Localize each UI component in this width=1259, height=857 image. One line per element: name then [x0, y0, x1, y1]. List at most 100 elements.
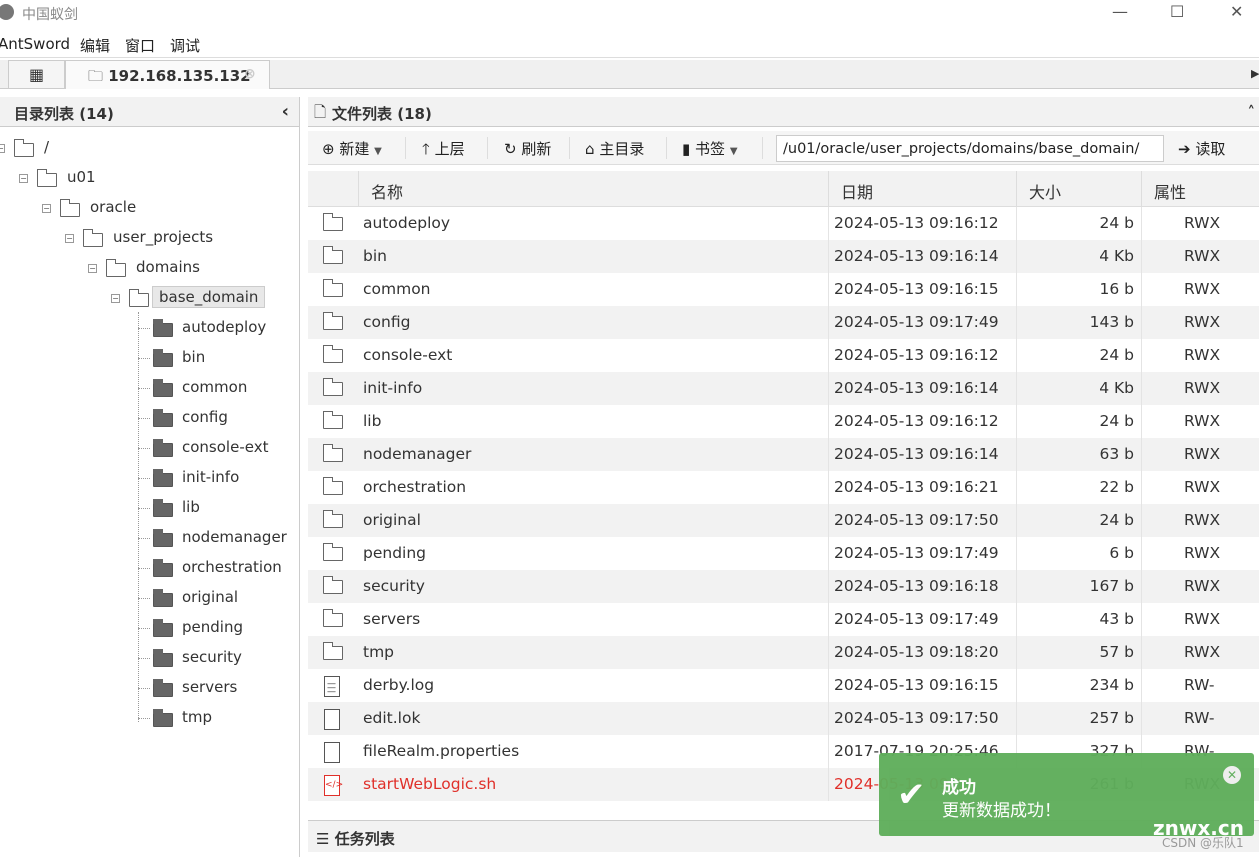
column-size[interactable]: 大小 — [1016, 171, 1141, 207]
new-button[interactable]: ⊕ 新建 ▼ — [322, 138, 382, 159]
column-date[interactable]: 日期 — [828, 171, 1016, 207]
menu-edit[interactable]: 编辑 — [80, 35, 110, 56]
file-panel-header: 🗋 文件列表 (18) ˄ — [308, 97, 1259, 127]
refresh-button[interactable]: ↻ 刷新 — [504, 138, 551, 159]
antsword-logo-icon — [0, 4, 14, 20]
file-row[interactable]: original 2024-05-13 09:17:50 24 b RWX — [308, 504, 1259, 537]
file-attr: RWX — [1184, 379, 1221, 397]
folder-icon — [152, 649, 173, 667]
up-label: 上层 — [434, 140, 465, 158]
file-size: 43 b — [1099, 610, 1135, 628]
file-name: autodeploy — [363, 214, 451, 232]
file-row[interactable]: edit.lok 2024-05-13 09:17:50 257 b RW- — [308, 702, 1259, 735]
collapse-toggle-icon[interactable]: − — [0, 144, 5, 153]
collapse-toggle-icon[interactable]: − — [88, 264, 97, 273]
file-row[interactable]: console-ext 2024-05-13 09:16:12 24 b RWX — [308, 339, 1259, 372]
directory-panel: 目录列表 (14) ‹ − / − u01 − oracle − user_projects −… — [0, 97, 300, 857]
file-icon — [324, 742, 340, 763]
file-size: 57 b — [1099, 643, 1135, 661]
task-panel-title: 任务列表 — [334, 830, 395, 848]
collapse-toggle-icon[interactable]: − — [111, 294, 120, 303]
file-date: 2024-05-13 09:16:15 — [834, 280, 999, 298]
file-row[interactable]: — — — derby.log 2024-05-13 09:16:15 234 b … — [308, 669, 1259, 702]
tab-connection[interactable]: 🗀 192.168.135.132 ⊗ — [65, 60, 270, 89]
file-size: 22 b — [1099, 478, 1135, 496]
tree-node-label: pending — [182, 618, 243, 636]
bookmark-button[interactable]: ▮ 书签 ▼ — [682, 138, 738, 159]
folder-icon — [322, 510, 343, 528]
file-row[interactable]: security 2024-05-13 09:16:18 167 b RWX — [308, 570, 1259, 603]
file-row[interactable]: common 2024-05-13 09:16:15 16 b RWX — [308, 273, 1259, 306]
read-button[interactable]: ➔ 读取 — [1178, 138, 1225, 159]
up-button[interactable]: 🡑 上层 — [422, 138, 465, 164]
file-name: derby.log — [363, 676, 435, 694]
file-attr: RWX — [1184, 247, 1221, 265]
toast-message: 更新数据成功！ — [942, 801, 1061, 821]
file-name: bin — [363, 247, 387, 265]
caret-down-icon: ▼ — [729, 146, 738, 157]
folder-open-icon — [59, 199, 80, 217]
watermark-credit: CSDN @乐队1 — [1162, 836, 1244, 850]
file-size: 4 Kb — [1099, 379, 1134, 397]
menu-window[interactable]: 窗口 — [125, 35, 155, 56]
collapse-left-button[interactable]: ‹ — [282, 101, 289, 122]
file-row[interactable]: nodemanager 2024-05-13 09:16:14 63 b RWX — [308, 438, 1259, 471]
directory-panel-header: 目录列表 (14) ‹ — [0, 97, 299, 127]
tree-node-label: init-info — [182, 468, 240, 486]
collapse-toggle-icon[interactable]: − — [42, 204, 51, 213]
folder-icon — [152, 379, 173, 397]
file-row[interactable]: tmp 2024-05-13 09:18:20 57 b RWX — [308, 636, 1259, 669]
file-row[interactable]: init-info 2024-05-13 09:16:14 4 Kb RWX — [308, 372, 1259, 405]
tree-node-label: orchestration — [182, 558, 282, 576]
close-toast-icon[interactable]: ✕ — [1223, 766, 1241, 784]
folder-open-icon — [128, 289, 149, 307]
file-date: 2024-05-13 09:18:20 — [834, 643, 999, 661]
column-name[interactable]: 名称 — [358, 171, 828, 207]
file-name: security — [363, 577, 425, 595]
folder-icon — [322, 609, 343, 627]
directory-panel-title: 目录列表 (14) — [14, 105, 114, 123]
menu-debug[interactable]: 调试 — [170, 35, 200, 56]
column-attr[interactable]: 属性 — [1141, 171, 1259, 207]
file-row[interactable]: bin 2024-05-13 09:16:14 4 Kb RWX — [308, 240, 1259, 273]
file-attr: RW- — [1184, 709, 1215, 727]
file-date: 2024-05-13 09:17:49 — [834, 313, 999, 331]
path-input[interactable]: /u01/oracle/user_projects/domains/base_d… — [776, 135, 1164, 162]
file-icon: 🗋 — [314, 103, 327, 121]
home-dir-button[interactable]: ⌂ 主目录 — [585, 138, 644, 159]
menu-antsword[interactable]: AntSword — [0, 35, 70, 53]
refresh-label: 刷新 — [521, 140, 552, 158]
file-name: fileRealm.properties — [363, 742, 520, 760]
file-row[interactable]: config 2024-05-13 09:17:49 143 b RWX — [308, 306, 1259, 339]
file-size: 16 b — [1099, 280, 1135, 298]
file-name: pending — [363, 544, 427, 562]
file-attr: RWX — [1184, 643, 1221, 661]
close-tab-icon[interactable]: ⊗ — [244, 66, 256, 82]
file-size: 167 b — [1089, 577, 1134, 595]
file-attr: RWX — [1184, 346, 1221, 364]
folder-icon — [152, 619, 173, 637]
file-date: 2024-05-13 09:16:21 — [834, 478, 999, 496]
tree-node-label: bin — [182, 348, 206, 366]
grid-icon: ▦ — [28, 65, 45, 84]
file-row[interactable]: autodeploy 2024-05-13 09:16:12 24 b RWX — [308, 207, 1259, 240]
file-date: 2024-05-13 09:17:50 — [834, 709, 999, 727]
tree-node-label: domains — [136, 258, 200, 276]
scroll-right-icon[interactable]: ▶ — [1251, 67, 1259, 80]
home-label: 主目录 — [599, 140, 645, 158]
file-row[interactable]: orchestration 2024-05-13 09:16:21 22 b R… — [308, 471, 1259, 504]
file-row[interactable]: pending 2024-05-13 09:17:49 6 b RWX — [308, 537, 1259, 570]
collapse-toggle-icon[interactable]: − — [65, 234, 74, 243]
text-file-icon: — — — — [324, 676, 340, 697]
collapse-right-button[interactable]: ˄ — [1248, 103, 1256, 121]
collapse-toggle-icon[interactable]: − — [19, 174, 28, 183]
tab-home[interactable]: ▦ — [8, 60, 65, 89]
close-window-button[interactable]: ✕ — [1230, 2, 1243, 21]
file-row[interactable]: servers 2024-05-13 09:17:49 43 b RWX — [308, 603, 1259, 636]
tab-label: 192.168.135.132 — [108, 67, 251, 85]
folder-open-icon — [82, 229, 103, 247]
folder-icon — [322, 213, 343, 231]
minimize-button[interactable]: — — [1112, 2, 1128, 21]
maximize-button[interactable]: ☐ — [1170, 2, 1184, 21]
file-row[interactable]: lib 2024-05-13 09:16:12 24 b RWX — [308, 405, 1259, 438]
